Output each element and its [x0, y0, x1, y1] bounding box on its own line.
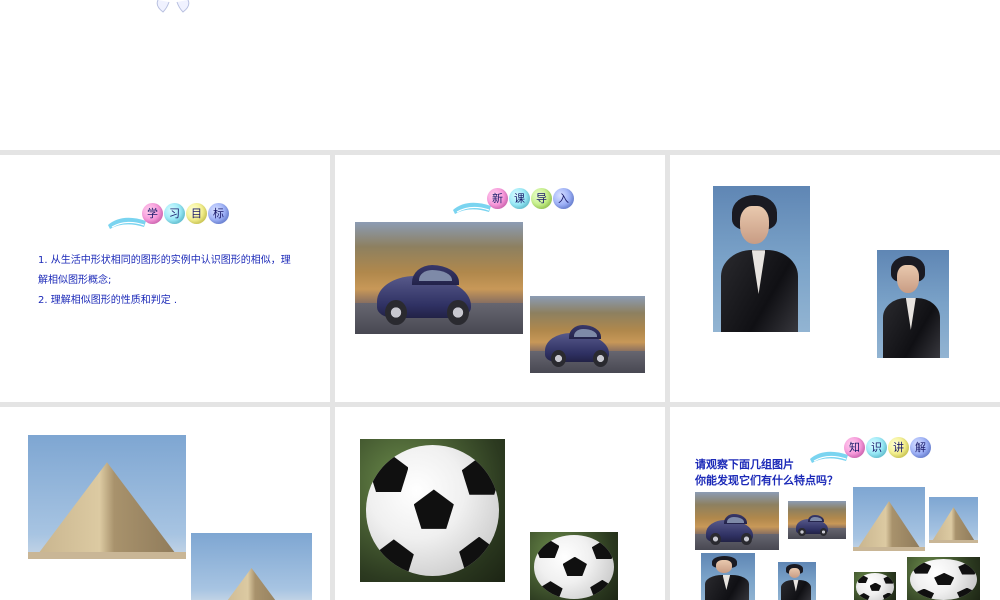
slide-knowledge-explanation[interactable]: 知 识 讲 解 请观察下面几组图片 你能发现它们有什么特点吗？	[670, 407, 1000, 600]
thumb-football-small	[854, 572, 896, 600]
badge-char: 知	[844, 437, 865, 458]
badge-char: 课	[509, 188, 530, 209]
section-badge: 新 课 导 入	[453, 188, 574, 214]
slide-new-lesson-intro[interactable]: 新 课 导 入	[335, 155, 665, 402]
question-line: 请观察下面几组图片	[695, 458, 794, 471]
objectives-list: 1. 从生活中形状相同的图形的实例中认识图形的相似，理解相似图形概念; 2. 理…	[38, 251, 298, 311]
badge-char: 目	[186, 203, 207, 224]
heart-decoration-icon	[156, 0, 190, 13]
badge-char: 习	[164, 203, 185, 224]
section-badge: 学 习 目 标	[108, 203, 229, 229]
thumb-pyramid-small	[929, 497, 978, 543]
pyramid-photo-small	[191, 533, 312, 600]
car-photo-large	[355, 222, 523, 334]
person-photo-large	[713, 186, 810, 332]
objective-item: 2. 理解相似图形的性质和判定 .	[38, 295, 178, 306]
badge-char: 入	[553, 188, 574, 209]
badge-char: 讲	[888, 437, 909, 458]
football-photo-large	[360, 439, 505, 582]
thumb-football-large	[907, 557, 980, 600]
slide-person-photos[interactable]	[670, 155, 1000, 402]
slide-pyramid-photos[interactable]	[0, 407, 330, 600]
badge-bubbles: 知 识 讲 解	[844, 437, 931, 458]
slide-title[interactable]	[0, 0, 1000, 150]
badge-char: 标	[208, 203, 229, 224]
question-line: 你能发现它们有什么特点吗？	[695, 474, 838, 487]
badge-char: 解	[910, 437, 931, 458]
badge-char: 新	[487, 188, 508, 209]
badge-bubbles: 学 习 目 标	[142, 203, 229, 224]
car-photo-small	[530, 296, 645, 373]
badge-char: 导	[531, 188, 552, 209]
person-photo-small	[877, 250, 949, 358]
observation-question: 请观察下面几组图片 你能发现它们有什么特点吗？	[695, 457, 838, 489]
badge-char: 识	[866, 437, 887, 458]
slide-football-photos[interactable]	[335, 407, 665, 600]
objective-item: 1. 从生活中形状相同的图形的实例中认识图形的相似，理解相似图形概念;	[38, 255, 291, 286]
thumb-person-large	[701, 553, 755, 600]
badge-bubbles: 新 课 导 入	[487, 188, 574, 209]
slide-learning-objectives[interactable]: 学 习 目 标 1. 从生活中形状相同的图形的实例中认识图形的相似，理解相似图形…	[0, 155, 330, 402]
thumb-person-small	[778, 562, 816, 600]
football-photo-small	[530, 532, 618, 600]
badge-char: 学	[142, 203, 163, 224]
thumb-car-small	[788, 501, 846, 539]
thumb-pyramid-large	[853, 487, 925, 551]
pyramid-photo-large	[28, 435, 186, 559]
thumb-car-large	[695, 492, 779, 550]
